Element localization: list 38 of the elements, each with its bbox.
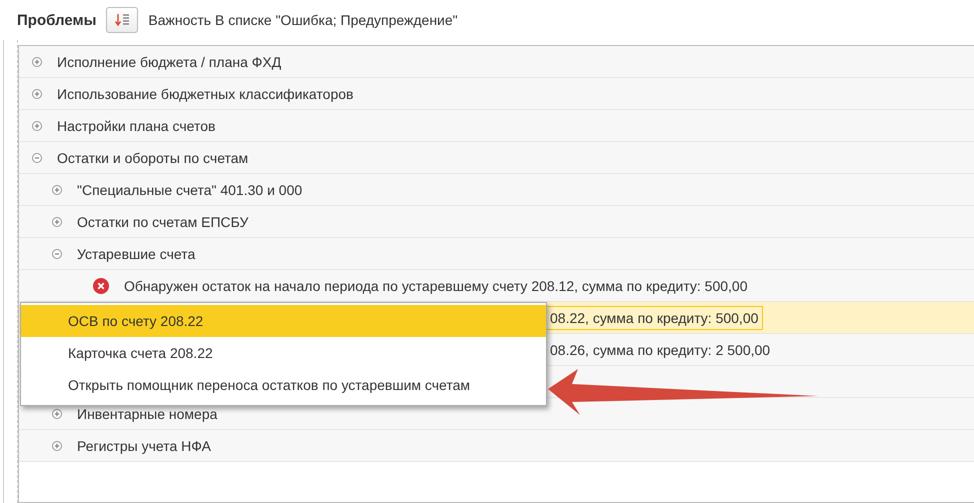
collapse-icon[interactable] [52,248,62,258]
tree-item[interactable]: Настройки плана счетов [19,110,974,142]
problem-text: 08.26, сумма по кредиту: 2 500,00 [549,340,772,360]
group-label: Регистры учета НФА [76,436,212,456]
expand-icon[interactable] [52,440,62,450]
group-label: Остатки и обороты по счетам [56,148,250,168]
panel-title: Проблемы [17,12,96,28]
group-label: Устаревшие счета [76,244,196,264]
filter-text: Важность В списке "Ошибка; Предупреждение" [148,12,458,28]
group-label: Исполнение бюджета / плана ФХД [56,52,282,72]
expand-icon[interactable] [52,184,62,194]
tree-item[interactable]: "Специальные счета" 401.30 и 000 [19,174,974,206]
expand-icon[interactable] [32,120,42,130]
group-label: Инвентарные номера [76,404,218,424]
tree-item[interactable]: Использование бюджетных классификаторов [19,78,974,110]
tree-item[interactable]: Регистры учета НФА [19,430,974,462]
problem-row[interactable]: Обнаружен остаток на начало периода по устаревшему счету 208.12, сумма по кредиту: 500,00 [19,270,974,302]
expand-icon[interactable] [32,56,42,66]
collapse-icon[interactable] [32,152,42,162]
menu-item[interactable]: Открыть помощник переноса остатков по устаревшим счетам [21,369,546,401]
menu-item[interactable]: Карточка счета 208.22 [21,337,546,369]
group-label: Использование бюджетных классификаторов [56,84,354,104]
sort-icon [114,12,130,28]
expand-icon[interactable] [32,88,42,98]
tree-item[interactable]: Остатки по счетам ЕПСБУ [19,206,974,238]
menu-item[interactable]: ОСВ по счету 208.22 [21,305,546,337]
sort-button[interactable] [106,7,138,33]
group-label: Остатки по счетам ЕПСБУ [76,212,250,232]
group-label: Настройки плана счетов [56,116,216,136]
problem-text: 08.22, сумма по кредиту: 500,00 [545,306,764,330]
expand-icon[interactable] [52,408,62,418]
problem-text: Обнаружен остаток на начало периода по устаревшему счету 208.12, сумма по кредиту: 500,00 [123,276,748,296]
tree-item[interactable]: Остатки и обороты по счетам [19,142,974,174]
expand-icon[interactable] [52,216,62,226]
tree-item[interactable]: Исполнение бюджета / плана ФХД [19,46,974,78]
group-label: "Специальные счета" 401.30 и 000 [76,180,304,200]
tree-item[interactable]: Устаревшие счета [19,238,974,270]
error-icon [93,278,109,294]
